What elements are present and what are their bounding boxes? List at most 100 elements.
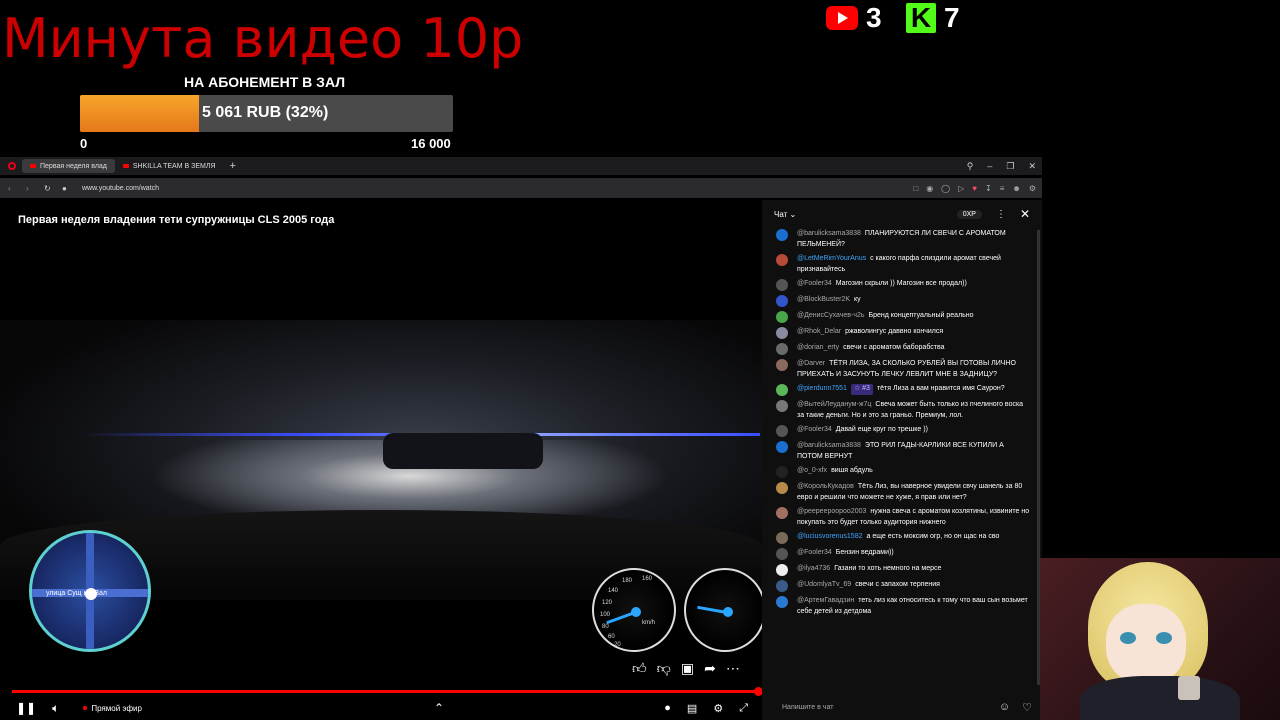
avatar[interactable] [776,425,788,437]
download-icon[interactable]: ↧ [985,184,992,193]
chat-author[interactable]: @peepeepoopoo2003 [797,508,866,515]
share-icon[interactable]: ➦ [704,660,716,677]
avatar[interactable] [776,580,788,592]
emoji-icon[interactable]: ☺ [999,701,1010,713]
chat-author[interactable]: @BlockBuster2K [797,296,850,303]
avatar[interactable] [776,400,788,412]
dislike-icon[interactable]: 👎︎ [657,660,671,677]
live-label[interactable]: Прямой эфир [91,704,142,713]
chat-author[interactable]: @КорольКукадов [797,483,854,490]
close-chat-icon[interactable]: ✕ [1020,207,1030,221]
avatar[interactable] [776,596,788,608]
adblock-icon[interactable]: ◯ [941,184,950,193]
chat-message[interactable]: @dorian_erty свечи с ароматом баборабства [762,342,1042,358]
chat-author[interactable]: @barulicksama3838 [797,442,861,449]
back-icon[interactable]: ‹ [8,184,18,193]
chat-author[interactable]: @pierdunn7551 [797,385,847,392]
chat-message[interactable]: @BlockBuster2K ку [762,294,1042,310]
chat-message[interactable]: @Fooler34 Давай еще круг по трешке )) [762,424,1042,440]
chat-author[interactable]: @LetMeRimYourAnus [797,255,866,262]
heart-icon[interactable]: ♡ [1022,701,1032,714]
opera-logo-icon[interactable] [8,162,16,170]
maximize-icon[interactable]: ❐ [1006,161,1014,172]
chat-author[interactable]: @Rhok_Delar [797,328,841,335]
chat-message-list[interactable]: @barulicksama3838 ПЛАНИРУЮТСЯ ЛИ СВЕЧИ С … [762,228,1042,692]
exit-fullscreen-icon[interactable]: ⤢ [739,702,748,715]
chat-input-field[interactable]: Напишите в чат ☺ ♡ [762,696,1042,718]
more-icon[interactable]: ⋯ [726,660,740,677]
chat-author[interactable]: @ВытейЛеуданум-ж7ц [797,401,871,408]
chat-message[interactable]: @ВытейЛеуданум-ж7ц Свеча может быть тольк… [762,399,1042,424]
avatar[interactable] [776,295,788,307]
more-options-icon[interactable]: ⋮ [996,209,1006,220]
chat-message[interactable]: @barulicksama3838 ЭТО РИЛ ГАДЫ-КАРЛИКИ ВС… [762,440,1042,465]
avatar[interactable] [776,254,788,266]
settings-icon[interactable]: ⚙ [1029,184,1036,193]
chat-icon[interactable]: ▣ [681,660,694,677]
chat-message[interactable]: @КорольКукадов Тёть Лиз, вы наверное увид… [762,481,1042,506]
chat-message[interactable]: @ilya4736 Газани то хоть немного на мерсе [762,563,1042,579]
chat-message[interactable]: @pierdunn7551 ☆ #3 тётя Лиза а вам нравитс… [762,383,1042,399]
volume-icon[interactable]: 🔈︎ [52,701,59,716]
chat-message[interactable]: @peepeepoopoo2003 нужна свеча с ароматом … [762,506,1042,531]
chat-message[interactable]: @ДенисСухачев-ч2ь Бренд концептуальный ре… [762,310,1042,326]
forward-icon[interactable]: › [26,184,36,193]
chat-author[interactable]: @o_0-xfx [797,467,827,474]
like-icon[interactable]: 👍︎ [632,660,647,677]
avatar[interactable] [776,482,788,494]
chat-mode-dropdown[interactable]: Чат ⌄ [774,210,796,219]
avatar[interactable] [776,532,788,544]
chat-author[interactable]: @Fooler34 [797,549,832,556]
avatar[interactable] [776,548,788,560]
profile-icon[interactable]: ☻ [1012,184,1020,193]
chat-author[interactable]: @dorian_erty [797,344,839,351]
video-player[interactable]: Первая неделя владения тети супружницы C… [0,200,762,718]
chat-author[interactable]: @Fooler34 [797,426,832,433]
play-icon[interactable]: ▷ [958,184,964,193]
chat-message[interactable]: @barulicksama3838 ПЛАНИРУЮТСЯ ЛИ СВЕЧИ С … [762,228,1042,253]
chat-message[interactable]: @АртемГавадзин теть лиз как относитесь к … [762,595,1042,620]
menu-icon[interactable]: ≡ [1000,184,1005,193]
video-progress-bar[interactable] [12,690,758,693]
avatar[interactable] [776,564,788,576]
video-progress-knob[interactable] [754,687,762,696]
avatar[interactable] [776,311,788,323]
chat-message[interactable]: @Rhok_Delar ржаволингус даввно кончился [762,326,1042,342]
autoplay-toggle-icon[interactable]: ● [664,702,671,715]
avatar[interactable] [776,384,788,396]
pause-icon[interactable]: ❚❚ [16,701,36,715]
chat-author[interactable]: @АртемГавадзин [797,597,854,604]
url-field[interactable]: www.youtube.com/watch [82,185,159,192]
browser-tab-active[interactable]: Первая неделя влад [22,159,115,173]
avatar[interactable] [776,229,788,241]
chat-message[interactable]: @LetMeRimYourAnus с какого парфа спиздили… [762,253,1042,278]
chat-author[interactable]: @Fooler34 [797,280,832,287]
chevron-up-icon[interactable]: ⌃ [434,701,444,715]
xp-badge[interactable]: 0XP [956,209,982,219]
close-window-icon[interactable]: ✕ [1028,161,1036,172]
camera-icon[interactable]: ◉ [926,184,933,193]
avatar[interactable] [776,507,788,519]
chat-author[interactable]: @UdomlyaTv_69 [797,581,851,588]
chat-message[interactable]: @Fooler34 Магозин скрыли )) Магозин все п… [762,278,1042,294]
chat-message[interactable]: @Fooler34 Бензин ведрами)) [762,547,1042,563]
heart-icon[interactable]: ♥ [972,184,977,193]
reload-icon[interactable]: ↻ [44,184,54,193]
share-icon[interactable]: □ [913,184,918,193]
chat-author[interactable]: @Darver [797,360,825,367]
search-tabs-icon[interactable]: ⚲ [967,161,974,172]
avatar[interactable] [776,359,788,371]
avatar[interactable] [776,466,788,478]
browser-tab[interactable]: SHKILLA TEAM В ЗЕМЛЯ [115,159,224,173]
chat-author[interactable]: @barulicksama3838 [797,230,861,237]
chat-author[interactable]: @ДенисСухачев-ч2ь [797,312,865,319]
avatar[interactable] [776,441,788,453]
settings-gear-icon[interactable]: ⚙ [713,702,723,715]
minimize-icon[interactable]: – [987,161,992,172]
subtitles-icon[interactable]: ▤ [687,702,697,715]
chat-author[interactable]: @luciusvorenus1582 [797,533,862,540]
avatar[interactable] [776,327,788,339]
avatar[interactable] [776,343,788,355]
chat-message[interactable]: @luciusvorenus1582 а еще есть моксим огр,… [762,531,1042,547]
chat-message[interactable]: @o_0-xfx вишя абдуль [762,465,1042,481]
